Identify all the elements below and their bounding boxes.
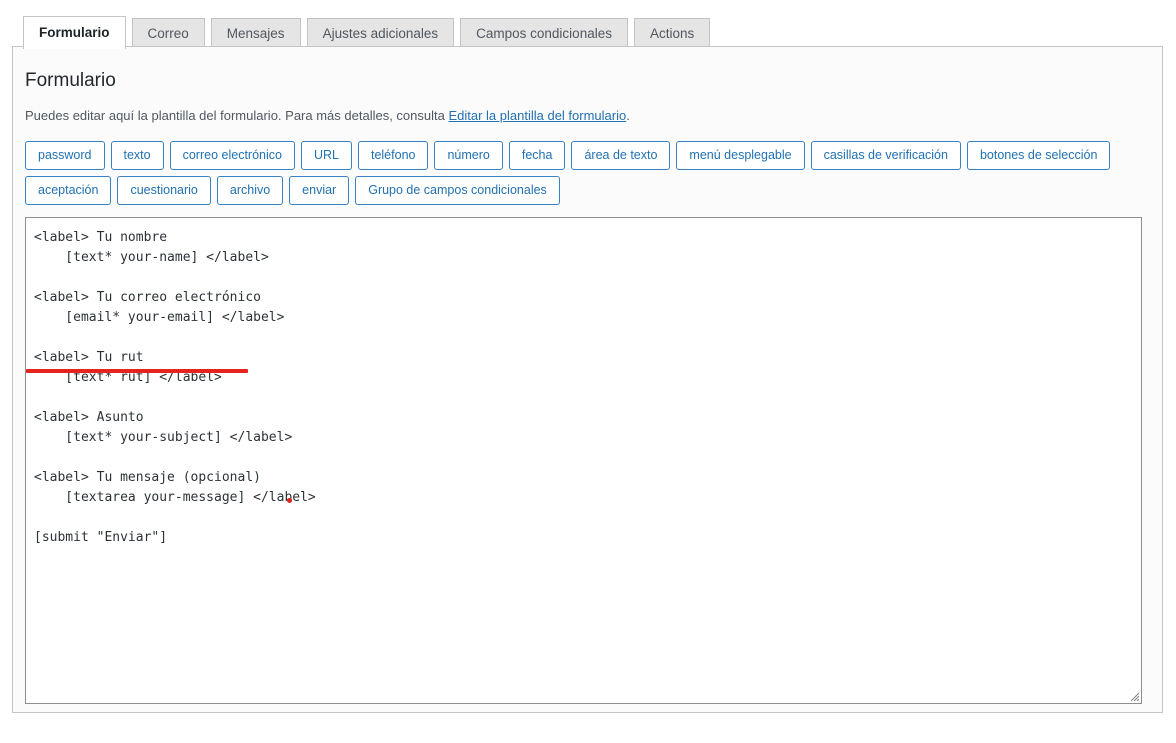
tab-label: Correo	[147, 25, 189, 41]
tag-button-password[interactable]: password	[25, 141, 105, 171]
tab-actions[interactable]: Actions	[633, 18, 711, 49]
form-template-editor-wrap	[25, 217, 1142, 705]
tag-button-botones-de-seleccion[interactable]: botones de selección	[966, 141, 1111, 171]
tab-list: Formulario Correo Mensajes Ajustes adici…	[23, 16, 716, 49]
tab-strip: Formulario Correo Mensajes Ajustes adici…	[0, 0, 1176, 49]
tab-campos-condicionales[interactable]: Campos condicionales	[460, 18, 628, 49]
tab-mensajes[interactable]: Mensajes	[210, 18, 301, 49]
description-text: Puedes editar aquí la plantilla del form…	[25, 107, 449, 123]
tab-label: Ajustes adicionales	[322, 25, 439, 41]
tag-button-texto[interactable]: texto	[110, 141, 164, 171]
panel-description: Puedes editar aquí la plantilla del form…	[25, 106, 1138, 126]
tab-label: Campos condicionales	[476, 25, 612, 41]
tag-button-enviar[interactable]: enviar	[289, 176, 350, 206]
tag-button-casillas-de-verificacion[interactable]: casillas de verificación	[810, 141, 961, 171]
tag-button-numero[interactable]: número	[434, 141, 503, 171]
tag-generator-buttons: password texto correo electrónico URL te…	[25, 141, 1138, 206]
tag-button-fecha[interactable]: fecha	[508, 141, 566, 171]
edit-form-template-link[interactable]: Editar la plantilla del formulario	[448, 108, 626, 123]
tag-button-cuestionario[interactable]: cuestionario	[117, 176, 211, 206]
form-editor-panel: Formulario Puedes editar aquí la plantil…	[12, 46, 1163, 713]
tag-button-aceptacion[interactable]: aceptación	[25, 176, 112, 206]
tab-ajustes-adicionales[interactable]: Ajustes adicionales	[306, 18, 455, 49]
tab-label: Actions	[649, 25, 695, 41]
active-tab-merge-strip	[24, 45, 116, 48]
tab-label: Mensajes	[226, 25, 285, 41]
tag-button-area-de-texto[interactable]: área de texto	[571, 141, 671, 171]
tab-correo[interactable]: Correo	[131, 18, 205, 49]
tag-button-url[interactable]: URL	[300, 141, 352, 171]
tag-button-grupo-de-campos-condicionales[interactable]: Grupo de campos condicionales	[355, 176, 560, 206]
tag-button-menu-desplegable[interactable]: menú desplegable	[676, 141, 805, 171]
page-title: Formulario	[25, 70, 116, 91]
tab-label: Formulario	[39, 24, 110, 40]
form-template-textarea[interactable]	[25, 217, 1142, 705]
panel-content: Formulario Puedes editar aquí la plantil…	[13, 47, 1162, 705]
tag-button-telefono[interactable]: teléfono	[357, 141, 429, 171]
tag-button-archivo[interactable]: archivo	[216, 176, 284, 206]
description-text-end: .	[626, 107, 630, 123]
tag-button-correo-electronico[interactable]: correo electrónico	[169, 141, 295, 171]
